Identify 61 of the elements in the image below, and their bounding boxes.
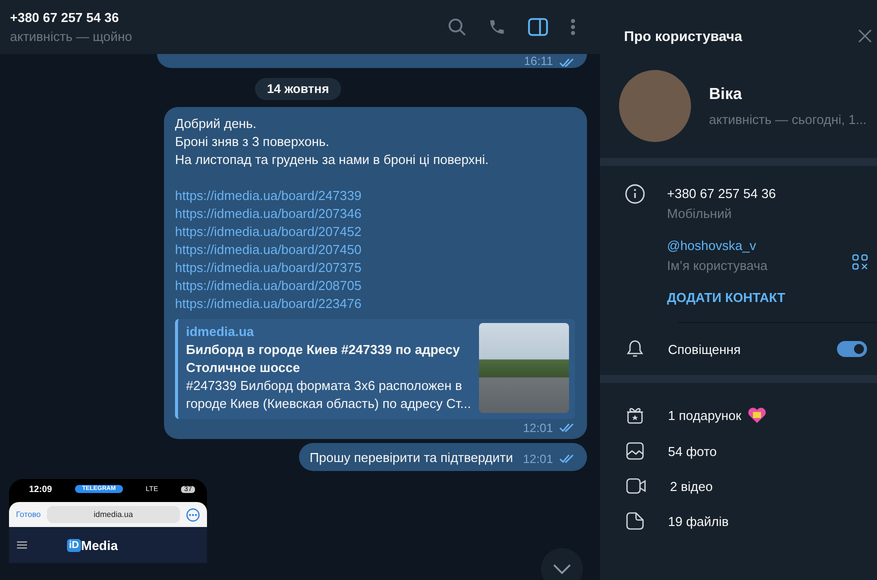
message-link[interactable]: https://idmedia.ua/board/207375 bbox=[175, 259, 575, 277]
heart-gift-icon bbox=[747, 406, 768, 424]
more-icon[interactable] bbox=[570, 18, 576, 36]
message-text: На листопад та грудень за нами в броні ці поверхні. bbox=[175, 151, 490, 169]
message-link[interactable]: https://idmedia.ua/board/247339 bbox=[175, 187, 575, 205]
phone-label: Мобільний bbox=[667, 205, 733, 223]
chat-status: активність — щойно bbox=[10, 29, 132, 44]
media-item[interactable]: 19 файлів bbox=[600, 503, 877, 539]
notifications-label: Сповіщення bbox=[668, 342, 742, 356]
image-icon bbox=[626, 442, 644, 460]
username-link[interactable]: @hoshovska_v bbox=[667, 236, 768, 256]
media-label: 54 фото bbox=[668, 444, 717, 458]
search-icon[interactable] bbox=[448, 18, 466, 36]
media-item[interactable]: 54 фото bbox=[600, 433, 877, 469]
message-text: Добрий день. bbox=[175, 115, 258, 133]
message-link[interactable]: https://idmedia.ua/board/207346 bbox=[175, 205, 575, 223]
sidebar-toggle-icon[interactable] bbox=[528, 18, 548, 36]
message-link[interactable]: https://idmedia.ua/board/207452 bbox=[175, 223, 575, 241]
chat-title: +380 67 257 54 36 bbox=[10, 10, 120, 25]
qr-code-icon[interactable] bbox=[852, 254, 868, 270]
done-link[interactable]: Готово bbox=[16, 510, 41, 519]
media-item[interactable]: 1 подарунок bbox=[600, 397, 877, 433]
message-link[interactable]: https://idmedia.ua/board/223476 bbox=[175, 295, 575, 313]
message-time: 12:01 bbox=[522, 452, 553, 466]
link-preview[interactable]: idmedia.ua Билборд в городе Киев #247339 по адресу Столичное шоссе #247339 Билборд формата 3х6 расположен в городе Киев (Киевская область) по адресу Ст... bbox=[175, 319, 575, 419]
more-icon[interactable] bbox=[186, 508, 200, 522]
add-contact-button[interactable]: ДОДАТИ КОНТАКТ bbox=[667, 288, 786, 308]
message-time: 16:11 bbox=[524, 54, 553, 68]
video-camera-icon bbox=[626, 478, 646, 494]
logo-mark: iD bbox=[67, 538, 81, 552]
message-time: 12:01 bbox=[522, 421, 553, 435]
gift-icon bbox=[626, 406, 644, 424]
profile-status: активність — сьогодні, 1... bbox=[709, 112, 867, 126]
message-text: Броні зняв з 3 поверхонь. bbox=[175, 133, 330, 151]
url-field[interactable]: idmedia.ua bbox=[46, 506, 180, 523]
profile-name: Віка bbox=[709, 86, 743, 104]
media-label: 1 подарунок bbox=[668, 408, 742, 422]
media-label: 19 файлів bbox=[668, 514, 729, 528]
panel-title: Про користувача bbox=[624, 28, 742, 44]
preview-description: #247339 Билборд формата 3х6 расположен в городе Киев (Киевская область) по адресу Ст... bbox=[186, 377, 471, 413]
bell-icon bbox=[626, 339, 644, 359]
preview-site: idmedia.ua bbox=[186, 323, 255, 341]
phone-time: 12:09 bbox=[29, 484, 52, 494]
notifications-toggle[interactable] bbox=[837, 341, 867, 357]
message-text: Прошу перевірити та підтвердити bbox=[310, 449, 513, 466]
menu-icon[interactable] bbox=[17, 541, 27, 549]
username-label: Ім’я користувача bbox=[667, 257, 768, 275]
message-link[interactable]: https://idmedia.ua/board/208705 bbox=[175, 277, 575, 295]
file-icon bbox=[626, 512, 644, 530]
media-item[interactable]: 2 відео bbox=[600, 469, 877, 503]
preview-title: Билборд в городе Киев #247339 по адресу Столичное шоссе bbox=[186, 341, 461, 377]
close-icon[interactable] bbox=[858, 29, 872, 43]
logo-text: Media bbox=[81, 538, 118, 552]
message-link[interactable]: https://idmedia.ua/board/207450 bbox=[175, 241, 575, 259]
scroll-down-button[interactable] bbox=[541, 548, 583, 580]
media-label: 2 відео bbox=[670, 478, 713, 494]
phone-icon[interactable] bbox=[488, 18, 506, 36]
chevron-down-icon bbox=[553, 564, 571, 574]
date-badge: 14 жовтня bbox=[254, 78, 342, 100]
info-icon bbox=[625, 184, 645, 204]
phone-number: +380 67 257 54 36 bbox=[667, 185, 777, 203]
